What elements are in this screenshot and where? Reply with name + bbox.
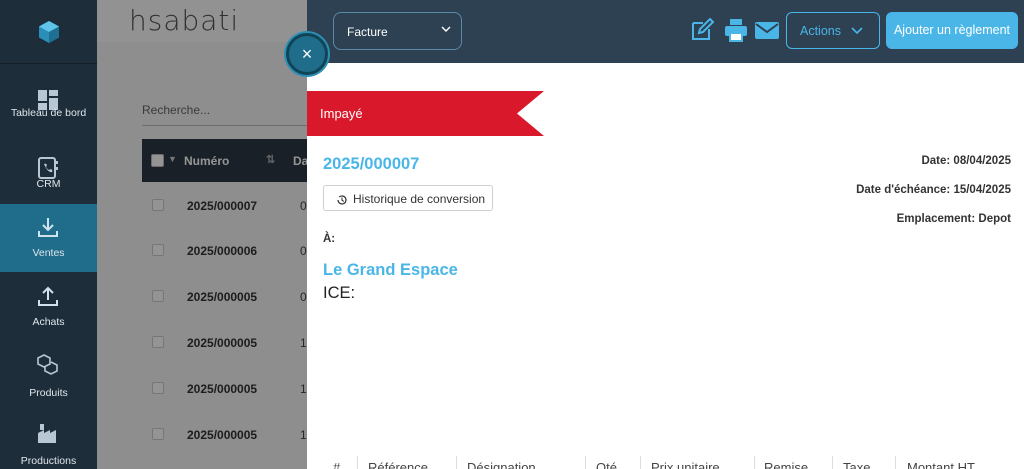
boxes-icon (37, 354, 58, 375)
sidebar-item-label: Produits (29, 387, 68, 399)
column-divider (357, 456, 358, 469)
column-header-amount: Montant HT (907, 460, 975, 469)
document-type-value: Facture (347, 25, 388, 39)
sidebar-item-label: Ventes (32, 247, 65, 259)
items-table-header: # Référence Désignation Qté Prix unitair… (307, 456, 1024, 469)
sidebar-item-label: Productions (20, 455, 77, 467)
download-icon (38, 218, 58, 237)
sidebar-item-achats[interactable]: Achats (0, 273, 97, 341)
recipient-label: À: (323, 233, 336, 245)
chevron-down-icon (441, 26, 451, 32)
sidebar-item-tableau-de-bord[interactable]: Tableau de bord (0, 77, 97, 145)
close-drawer-button[interactable]: × (286, 33, 328, 75)
modal-backdrop[interactable] (97, 0, 307, 469)
actions-label: Actions (800, 24, 841, 38)
column-divider (640, 456, 641, 469)
sidebar-item-label: Tableau de bord (10, 107, 87, 119)
invoice-date: Date: 08/04/2025 (921, 155, 1011, 167)
drawer-toolbar: Facture Actions Ajouter un règlement (307, 0, 1024, 63)
column-divider (585, 456, 586, 469)
client-name[interactable]: Le Grand Espace (323, 261, 458, 280)
column-header-unit-price: Prix unitaire (651, 460, 720, 469)
column-divider (456, 456, 457, 469)
invoice-location: Emplacement: Depot (896, 213, 1011, 225)
status-badge: Impayé (320, 106, 363, 121)
column-divider (754, 456, 755, 469)
add-payment-button[interactable]: Ajouter un règlement (886, 12, 1018, 49)
sidebar-item-ventes[interactable]: Ventes (0, 204, 97, 272)
logo-area (0, 0, 97, 64)
document-type-select[interactable]: Facture (333, 12, 462, 50)
invoice-drawer: Facture Actions Ajouter un règlement Imp… (307, 0, 1024, 469)
column-header-quantity: Qté (596, 460, 617, 469)
column-header-discount: Remise (764, 460, 809, 469)
client-ice: ICE: (323, 284, 356, 302)
phone-book-icon (38, 157, 58, 179)
column-divider (895, 456, 896, 469)
conversion-history-button[interactable]: Historique de conversion (323, 185, 493, 211)
column-header-designation: Désignation (467, 460, 536, 469)
column-header-reference: Référence (368, 460, 428, 469)
chevron-down-icon (851, 27, 863, 35)
actions-dropdown-button[interactable]: Actions (786, 12, 880, 49)
sidebar-item-crm[interactable]: CRM (0, 145, 97, 213)
history-icon (337, 195, 347, 205)
upload-icon (38, 286, 58, 306)
edit-icon[interactable] (689, 17, 715, 43)
email-icon[interactable] (754, 17, 780, 43)
column-header-index: # (333, 460, 341, 469)
sidebar-item-produits[interactable]: Produits (0, 341, 97, 409)
print-icon[interactable] (723, 17, 749, 43)
cube-logo-icon[interactable] (37, 20, 61, 44)
invoice-due-date: Date d'échéance: 15/04/2025 (856, 184, 1011, 196)
factory-icon (38, 424, 56, 443)
conversion-history-label: Historique de conversion (353, 192, 486, 206)
sidebar: Tableau de bord CRM Ventes Achats Produi… (0, 0, 97, 469)
column-header-tax: Taxe (843, 460, 871, 469)
sidebar-item-label: CRM (36, 178, 61, 190)
column-divider (832, 456, 833, 469)
invoice-number: 2025/000007 (323, 155, 420, 173)
sidebar-item-label: Achats (32, 316, 65, 328)
status-ribbon: Impayé (307, 91, 544, 136)
sidebar-item-productions[interactable]: Productions (0, 410, 97, 469)
